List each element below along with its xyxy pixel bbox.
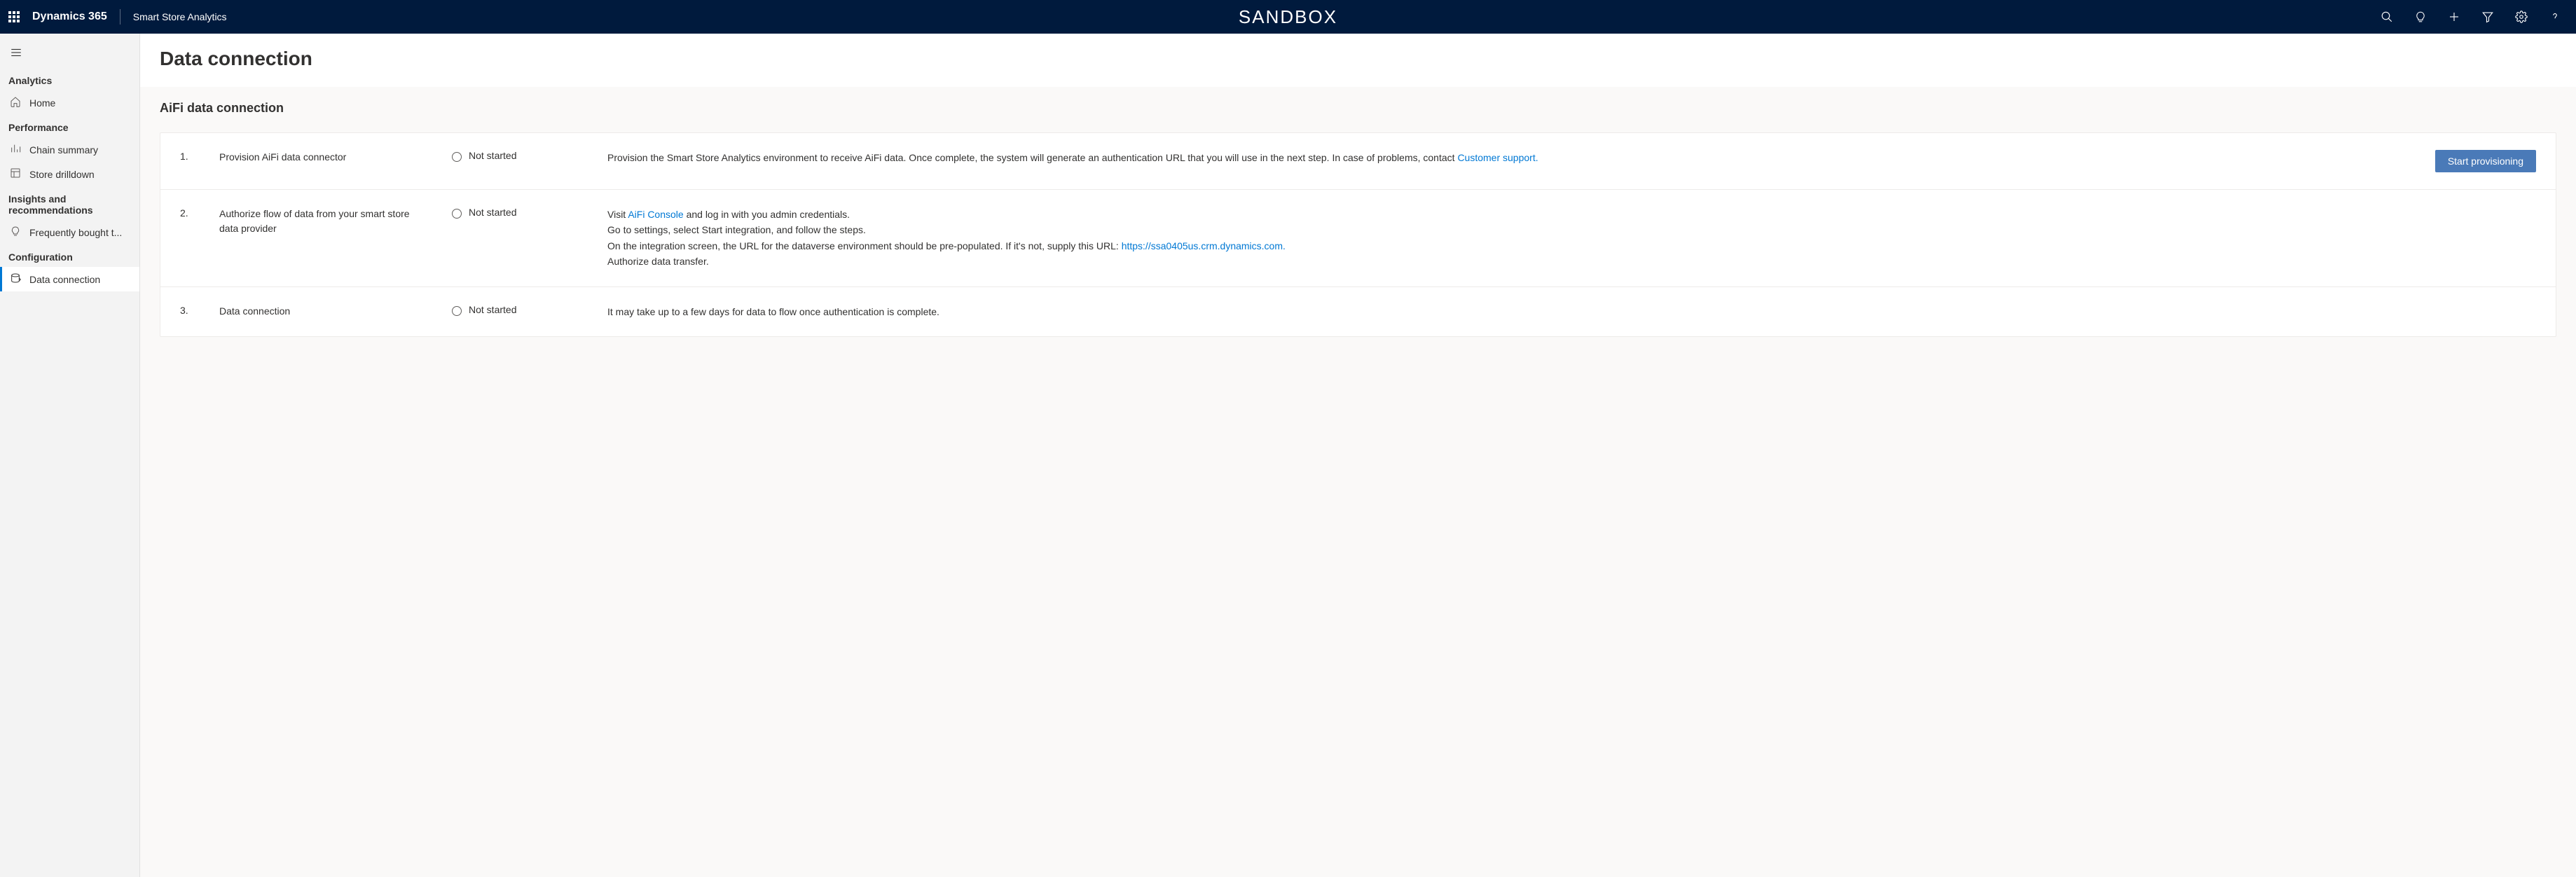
- page-title: Data connection: [160, 48, 2556, 70]
- status-circle-icon: [452, 209, 462, 219]
- step-number: 2.: [180, 207, 211, 219]
- sidebar-section-label: Analytics: [0, 68, 139, 90]
- hamburger-icon[interactable]: [0, 39, 139, 68]
- link[interactable]: https://ssa0405us.crm.dynamics.com.: [1122, 240, 1286, 251]
- step-number: 3.: [180, 304, 211, 316]
- step-description: Visit AiFi Console and log in with you a…: [607, 207, 2388, 270]
- steps-card: 1. Provision AiFi data connector Not start…: [160, 132, 2556, 337]
- step-number: 1.: [180, 150, 211, 162]
- step-status: Not started: [452, 207, 599, 219]
- sidebar-item-chain-summary[interactable]: Chain summary: [0, 137, 139, 162]
- sidebar-item-label: Store drilldown: [29, 169, 95, 180]
- lightbulb-icon[interactable]: [2413, 10, 2427, 24]
- sidebar-item-data-connection[interactable]: Data connection: [0, 267, 139, 291]
- store-icon: [10, 167, 21, 181]
- section-title: AiFi data connection: [160, 101, 2556, 116]
- step-description: It may take up to a few days for data to…: [607, 304, 2388, 319]
- sidebar-item-home[interactable]: Home: [0, 90, 139, 115]
- plus-icon[interactable]: [2447, 10, 2461, 24]
- step-action: Start provisioning: [2396, 150, 2536, 172]
- sidebar-section-label: Insights and recommendations: [0, 186, 139, 220]
- step-status-label: Not started: [469, 207, 516, 218]
- step-description: Provision the Smart Store Analytics envi…: [607, 150, 2388, 165]
- app-name-label[interactable]: Smart Store Analytics: [133, 11, 227, 22]
- dataconn-icon: [10, 272, 21, 286]
- status-circle-icon: [452, 152, 462, 162]
- top-bar: Dynamics 365 Smart Store Analytics SANDB…: [0, 0, 2576, 34]
- step-title: Provision AiFi data connector: [219, 150, 443, 165]
- step-status-label: Not started: [469, 304, 516, 315]
- start-provisioning-button[interactable]: Start provisioning: [2435, 150, 2536, 172]
- brand-label[interactable]: Dynamics 365: [32, 11, 107, 23]
- step-status: Not started: [452, 150, 599, 162]
- sidebar-item-label: Home: [29, 97, 55, 109]
- sidebar-item-frequently-bought-t[interactable]: Frequently bought t...: [0, 220, 139, 244]
- step-row: 3. Data connection Not started It may take …: [160, 287, 2556, 336]
- app-launcher-icon[interactable]: [8, 11, 20, 22]
- sidebar-item-label: Frequently bought t...: [29, 227, 122, 238]
- gear-icon[interactable]: [2514, 10, 2528, 24]
- sidebar-section-label: Performance: [0, 115, 139, 137]
- main-content: Data connection AiFi data connection 1. P…: [140, 34, 2576, 877]
- step-status-label: Not started: [469, 150, 516, 161]
- bulb-icon: [10, 226, 21, 239]
- step-title: Authorize flow of data from your smart s…: [219, 207, 443, 236]
- step-status: Not started: [452, 304, 599, 316]
- step-row: 2. Authorize flow of data from your smart…: [160, 190, 2556, 287]
- sidebar-item-label: Data connection: [29, 274, 100, 285]
- sidebar-section-label: Configuration: [0, 244, 139, 267]
- filter-icon[interactable]: [2481, 10, 2495, 24]
- step-row: 1. Provision AiFi data connector Not start…: [160, 133, 2556, 190]
- search-icon[interactable]: [2380, 10, 2394, 24]
- link[interactable]: Customer support.: [1457, 152, 1538, 163]
- help-icon[interactable]: [2548, 10, 2562, 24]
- link[interactable]: AiFi Console: [628, 209, 683, 220]
- step-title: Data connection: [219, 304, 443, 319]
- sidebar: Analytics Home Performance Chain summary Sto…: [0, 34, 140, 877]
- home-icon: [10, 96, 21, 109]
- sidebar-item-label: Chain summary: [29, 144, 98, 156]
- sidebar-item-store-drilldown[interactable]: Store drilldown: [0, 162, 139, 186]
- chart-icon: [10, 143, 21, 156]
- environment-badge: SANDBOX: [1239, 6, 1337, 28]
- status-circle-icon: [452, 306, 462, 316]
